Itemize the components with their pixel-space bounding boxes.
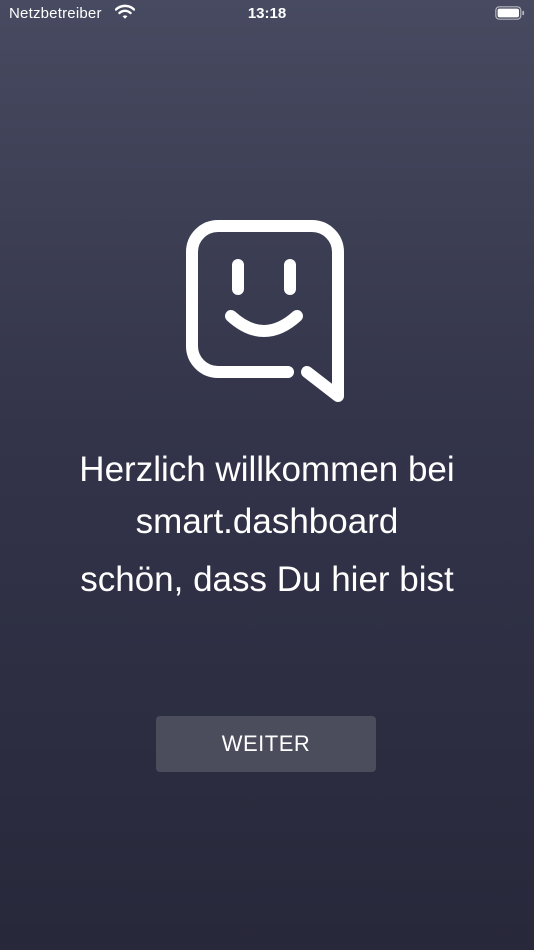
welcome-line-1: Herzlich willkommen bei — [79, 450, 455, 489]
continue-button[interactable]: WEITER — [156, 716, 376, 772]
battery-icon — [495, 6, 525, 20]
app-name: smart.dashboard — [135, 502, 399, 541]
smiley-chat-bubble-icon — [186, 220, 344, 402]
welcome-subtitle: schön, dass Du hier bist — [80, 560, 454, 599]
status-bar: Netzbetreiber 13:18 — [0, 0, 534, 28]
welcome-heading: Herzlich willkommen bei smart.dashboard — [0, 444, 534, 548]
status-time: 13:18 — [247, 5, 287, 22]
